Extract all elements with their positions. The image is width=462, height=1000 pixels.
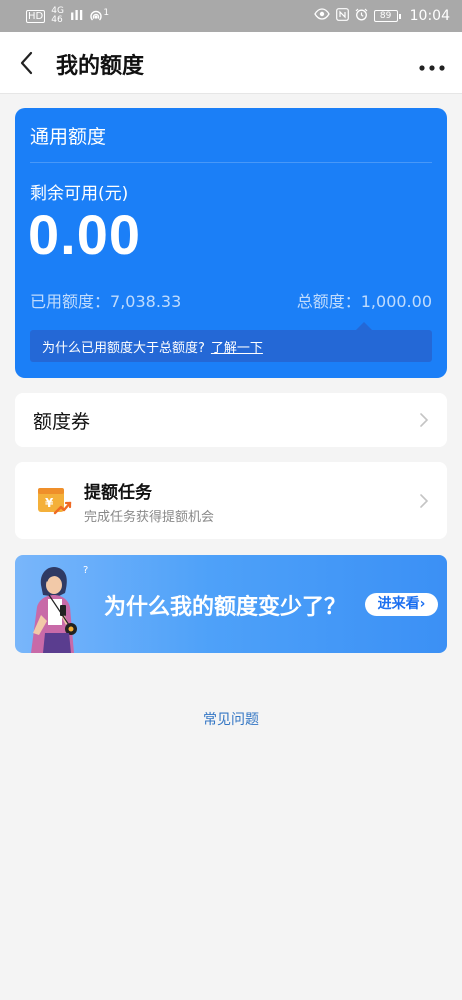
remaining-amount: 0.00 bbox=[28, 203, 141, 266]
nav-header: 我的额度 bbox=[0, 32, 462, 94]
card-divider bbox=[30, 162, 432, 163]
battery-icon: 89 bbox=[373, 10, 401, 22]
tip-pointer bbox=[356, 322, 372, 330]
task-subtitle: 完成任务获得提额机会 bbox=[84, 510, 215, 525]
status-left: HD 4G 46 ıll 1 bbox=[26, 7, 109, 25]
quota-task-row[interactable]: ¥ 提额任务 完成任务获得提额机会 bbox=[15, 462, 447, 539]
more-options-icon[interactable] bbox=[418, 58, 446, 71]
status-right: 89 10:04 bbox=[313, 7, 450, 25]
chevron-right-icon bbox=[419, 412, 429, 428]
info-tip: 为什么已用额度大于总额度? 了解一下 bbox=[30, 322, 432, 362]
total-quota-label: 总额度： bbox=[296, 292, 361, 311]
quota-card: 通用额度 剩余可用(元) 0.00 已用额度：7,038.33 总额度：1,00… bbox=[15, 108, 447, 378]
nfc-icon bbox=[335, 7, 349, 25]
page-title: 我的额度 bbox=[56, 54, 145, 79]
woman-illustration: ? bbox=[19, 555, 101, 653]
total-quota-value: 1,000.00 bbox=[360, 292, 432, 311]
eye-icon bbox=[313, 8, 330, 24]
alarm-icon bbox=[355, 8, 368, 25]
banner-button-label: 进来看 bbox=[377, 596, 420, 612]
task-title: 提额任务 bbox=[84, 483, 152, 503]
status-time: 10:04 bbox=[409, 8, 450, 24]
learn-more-link[interactable]: 了解一下 bbox=[211, 337, 263, 356]
faq-link[interactable]: 常见问题 bbox=[0, 709, 462, 729]
svg-text:?: ? bbox=[83, 565, 88, 576]
chevron-right-icon bbox=[419, 493, 429, 509]
back-arrow-icon[interactable] bbox=[16, 50, 40, 76]
used-quota: 已用额度：7,038.33 bbox=[30, 288, 181, 312]
used-quota-label: 已用额度： bbox=[30, 292, 111, 311]
chevron-right-icon: › bbox=[419, 596, 426, 612]
wallet-yuan-icon: ¥ bbox=[36, 485, 72, 517]
used-quota-value: 7,038.33 bbox=[110, 292, 182, 311]
quota-coupon-label: 额度券 bbox=[33, 411, 91, 433]
hotspot-icon: 1 bbox=[89, 9, 109, 23]
total-quota: 总额度：1,000.00 bbox=[297, 288, 432, 312]
info-tip-text: 为什么已用额度大于总额度? bbox=[42, 340, 205, 356]
promo-banner[interactable]: ? 为什么我的额度变少了？ 进来看› bbox=[15, 555, 447, 653]
status-bar: HD 4G 46 ıll 1 89 10:04 bbox=[0, 0, 462, 32]
banner-headline: 为什么我的额度变少了？ bbox=[104, 595, 347, 620]
quota-coupon-row[interactable]: 额度券 bbox=[15, 393, 447, 447]
svg-text:¥: ¥ bbox=[45, 496, 54, 510]
come-in-see-button[interactable]: 进来看› bbox=[365, 593, 438, 616]
card-title: 通用额度 bbox=[30, 126, 107, 148]
hd-badge: HD bbox=[26, 9, 46, 23]
remaining-label: 剩余可用(元) bbox=[30, 184, 129, 204]
signal-icon: ıll bbox=[69, 8, 84, 24]
network-type: 4G 46 bbox=[51, 6, 64, 25]
